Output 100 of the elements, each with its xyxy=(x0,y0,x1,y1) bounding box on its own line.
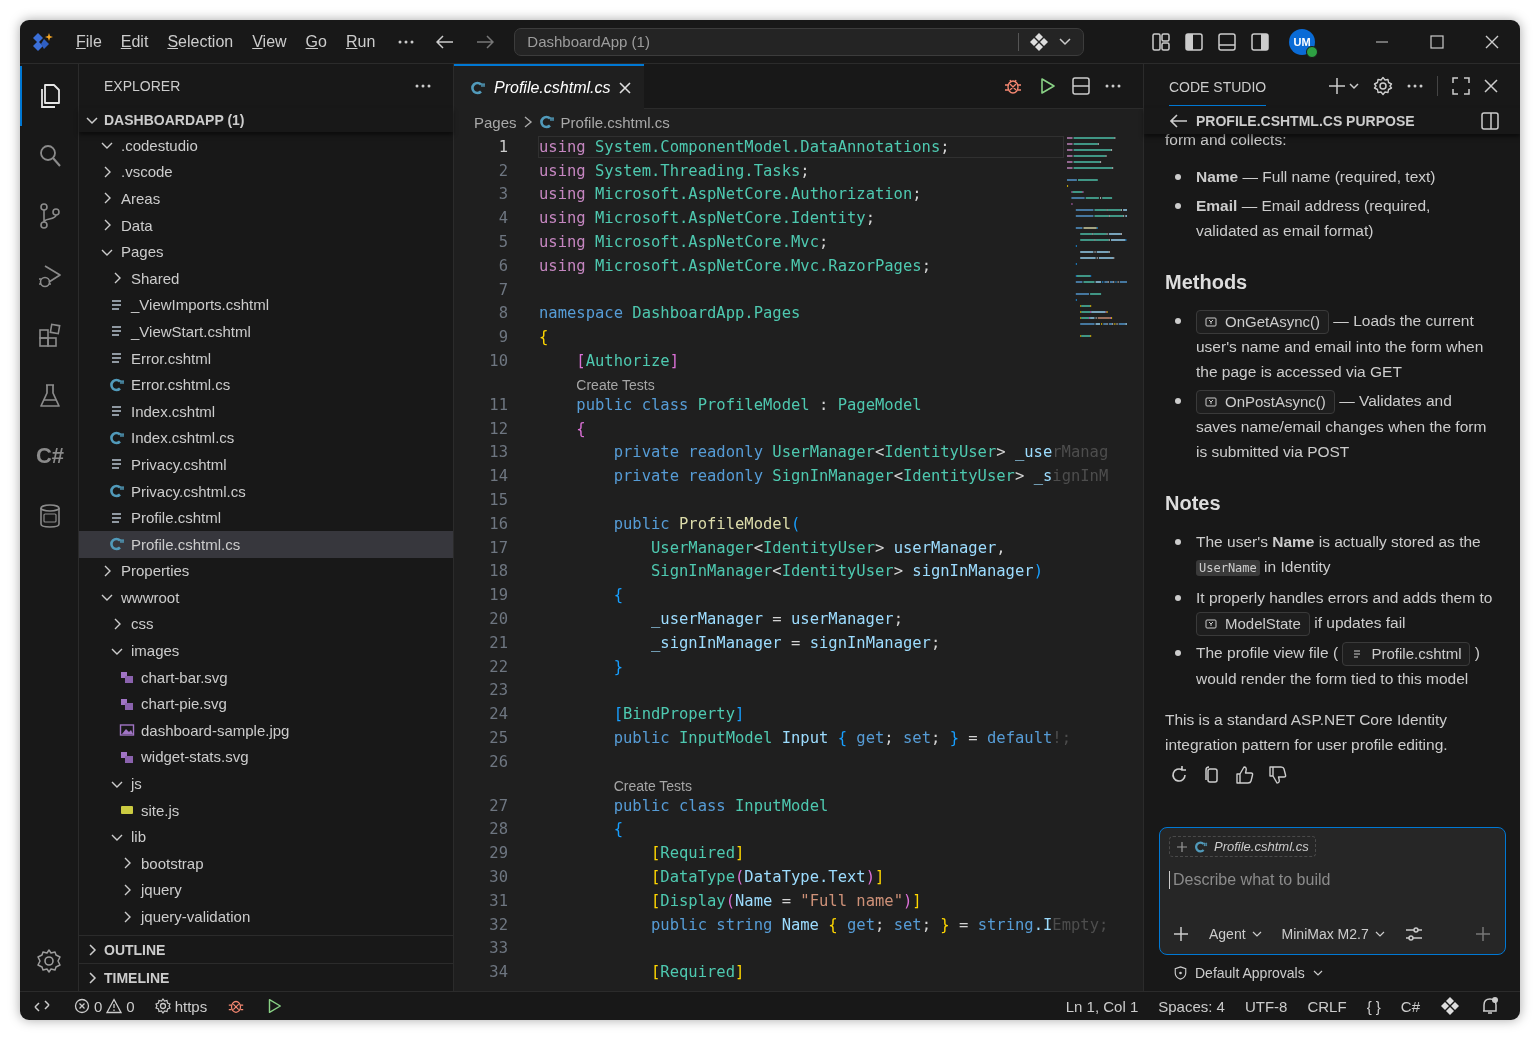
retry-icon[interactable] xyxy=(1169,764,1189,785)
more-icon[interactable] xyxy=(398,39,415,44)
codelens-link[interactable]: Create Tests xyxy=(613,777,692,794)
thumbs-up-icon[interactable] xyxy=(1235,764,1255,785)
split-editor-icon[interactable] xyxy=(1071,76,1091,96)
menu-item[interactable]: Selection xyxy=(159,29,242,54)
menu-item[interactable]: Edit xyxy=(112,29,157,54)
language-item[interactable]: C# xyxy=(20,426,78,486)
reference-chip[interactable]: Profile.cshtml xyxy=(1342,641,1471,666)
panel-tab[interactable]: CODE STUDIO xyxy=(1169,66,1267,106)
section-header[interactable]: TIMELINE xyxy=(79,963,453,991)
csharp-file-icon[interactable] xyxy=(109,376,125,393)
settings-icon[interactable] xyxy=(35,947,63,975)
close-icon[interactable] xyxy=(618,80,633,95)
toggle-sidebar-icon[interactable] xyxy=(1184,31,1204,52)
approvals-dropdown[interactable]: Default Approvals xyxy=(1144,955,1520,991)
mode-dropdown[interactable]: Agent xyxy=(1209,926,1262,942)
tree-item[interactable]: Index.cshtml xyxy=(79,397,453,425)
problems-status[interactable]: 0 0 xyxy=(74,997,135,1015)
tree-item[interactable]: Privacy.cshtml xyxy=(79,451,453,478)
shapes-file-icon[interactable] xyxy=(119,669,135,686)
notification-bell-icon[interactable] xyxy=(1480,996,1500,1016)
more-icon[interactable] xyxy=(415,84,431,88)
tree-item[interactable]: Index.cshtml.cs xyxy=(79,424,453,452)
close-icon[interactable] xyxy=(1484,79,1498,93)
model-dropdown[interactable]: MiniMax M2.7 xyxy=(1281,926,1385,942)
tree-item[interactable]: widget-stats.svg xyxy=(79,743,453,771)
status-item[interactable]: C# xyxy=(1400,997,1420,1015)
sidebar-toggle-icon[interactable] xyxy=(1480,111,1500,131)
maximize-icon[interactable] xyxy=(1452,77,1470,95)
image-file-icon[interactable] xyxy=(119,722,135,739)
remote-icon[interactable] xyxy=(34,998,50,1014)
status-item[interactable]: { } xyxy=(1366,997,1381,1015)
tree-item[interactable]: Error.cshtml.cs xyxy=(79,371,453,398)
forward-arrow-icon[interactable] xyxy=(476,34,495,49)
sliders-icon[interactable] xyxy=(1404,926,1423,942)
tree-item[interactable]: images xyxy=(79,637,453,664)
menu-item[interactable]: Go xyxy=(297,29,335,54)
csharp-file-icon[interactable] xyxy=(109,536,125,553)
workspace-header[interactable]: DASHBOARDAPP (1) xyxy=(79,108,453,132)
tree-item[interactable]: _ViewStart.cshtml xyxy=(79,318,453,345)
sparkle-icon[interactable] xyxy=(1029,31,1050,52)
back-arrow-icon[interactable] xyxy=(1170,114,1188,128)
tree-item[interactable]: Pages xyxy=(79,238,453,265)
thumbs-down-icon[interactable] xyxy=(1268,764,1288,785)
reference-chip[interactable]: OnGetAsync() xyxy=(1196,309,1330,334)
sparkle-icon[interactable] xyxy=(1440,996,1460,1016)
tree-item[interactable]: .vscode xyxy=(79,158,453,186)
close-icon[interactable] xyxy=(1484,33,1500,50)
back-arrow-icon[interactable] xyxy=(436,34,455,49)
tree-item[interactable]: jquery-validation xyxy=(79,903,453,930)
tree-item[interactable]: jquery xyxy=(79,876,453,904)
breadcrumb[interactable]: Profile.cshtml.cs xyxy=(560,113,670,131)
tree-item[interactable]: Privacy.cshtml.cs xyxy=(79,477,453,505)
more-icon[interactable] xyxy=(1407,84,1423,88)
context-chip[interactable]: Profile.cshtml.cs xyxy=(1169,836,1316,857)
editor-tab[interactable]: Profile.cshtml.cs xyxy=(454,64,645,109)
status-item[interactable]: CRLF xyxy=(1307,997,1347,1015)
command-center[interactable]: DashboardApp (1) xyxy=(514,27,1085,56)
toggle-panel-icon[interactable] xyxy=(1217,31,1237,52)
tree-item[interactable]: _ViewImports.cshtml xyxy=(79,291,453,319)
reference-chip[interactable]: OnPostAsync() xyxy=(1196,389,1335,414)
tree-item[interactable]: .codestudio xyxy=(79,132,453,159)
tree-item[interactable]: Properties xyxy=(79,557,453,585)
tree-item[interactable]: chart-pie.svg xyxy=(79,690,453,718)
status-item[interactable]: UTF-8 xyxy=(1244,997,1288,1015)
codelens-link[interactable]: Create Tests xyxy=(576,376,655,393)
more-icon[interactable] xyxy=(1105,84,1121,88)
tree-item[interactable]: Data xyxy=(79,211,453,239)
tree-item[interactable]: chart-bar.svg xyxy=(79,663,453,691)
caret-icon[interactable] xyxy=(1059,37,1072,46)
chat-input[interactable]: Describe what to build xyxy=(1169,871,1495,889)
tree-item[interactable]: bootstrap xyxy=(79,850,453,877)
tree-item[interactable]: dashboard-sample.jpg xyxy=(79,717,453,744)
status-item[interactable]: Ln 1, Col 1 xyxy=(1065,997,1139,1015)
customize-layout-icon[interactable] xyxy=(1151,31,1171,52)
status-item[interactable]: Spaces: 4 xyxy=(1158,997,1225,1015)
tree-item[interactable]: css xyxy=(79,610,453,638)
tree-item[interactable]: wwwroot xyxy=(79,584,453,611)
settings-icon[interactable] xyxy=(1373,76,1393,96)
add-icon[interactable] xyxy=(1173,926,1189,942)
tree-item[interactable]: site.js xyxy=(79,796,453,824)
tree-item[interactable]: Profile.cshtml xyxy=(79,504,453,531)
menu-item[interactable]: View xyxy=(244,29,295,54)
csharp-file-icon[interactable] xyxy=(109,429,125,446)
tree-item[interactable]: js xyxy=(79,770,453,797)
tree-item[interactable]: Profile.cshtml.cs xyxy=(79,530,453,558)
new-chat-icon[interactable] xyxy=(1329,77,1359,95)
status-item[interactable]: https xyxy=(154,997,208,1015)
csharp-file-icon[interactable] xyxy=(109,483,125,499)
account-avatar[interactable]: UM xyxy=(1289,28,1315,55)
breadcrumb[interactable]: Pages xyxy=(474,113,517,131)
tree-item[interactable]: lib xyxy=(79,823,453,851)
tree-item[interactable]: Shared xyxy=(79,264,453,292)
tree-item[interactable]: Error.cshtml xyxy=(79,344,453,372)
section-header[interactable]: OUTLINE xyxy=(79,935,453,963)
reference-chip[interactable]: ModelState xyxy=(1196,611,1310,636)
maximize-icon[interactable] xyxy=(1429,33,1445,50)
toggle-secondary-sidebar-icon[interactable] xyxy=(1250,31,1270,52)
menu-item[interactable]: File xyxy=(68,29,110,54)
